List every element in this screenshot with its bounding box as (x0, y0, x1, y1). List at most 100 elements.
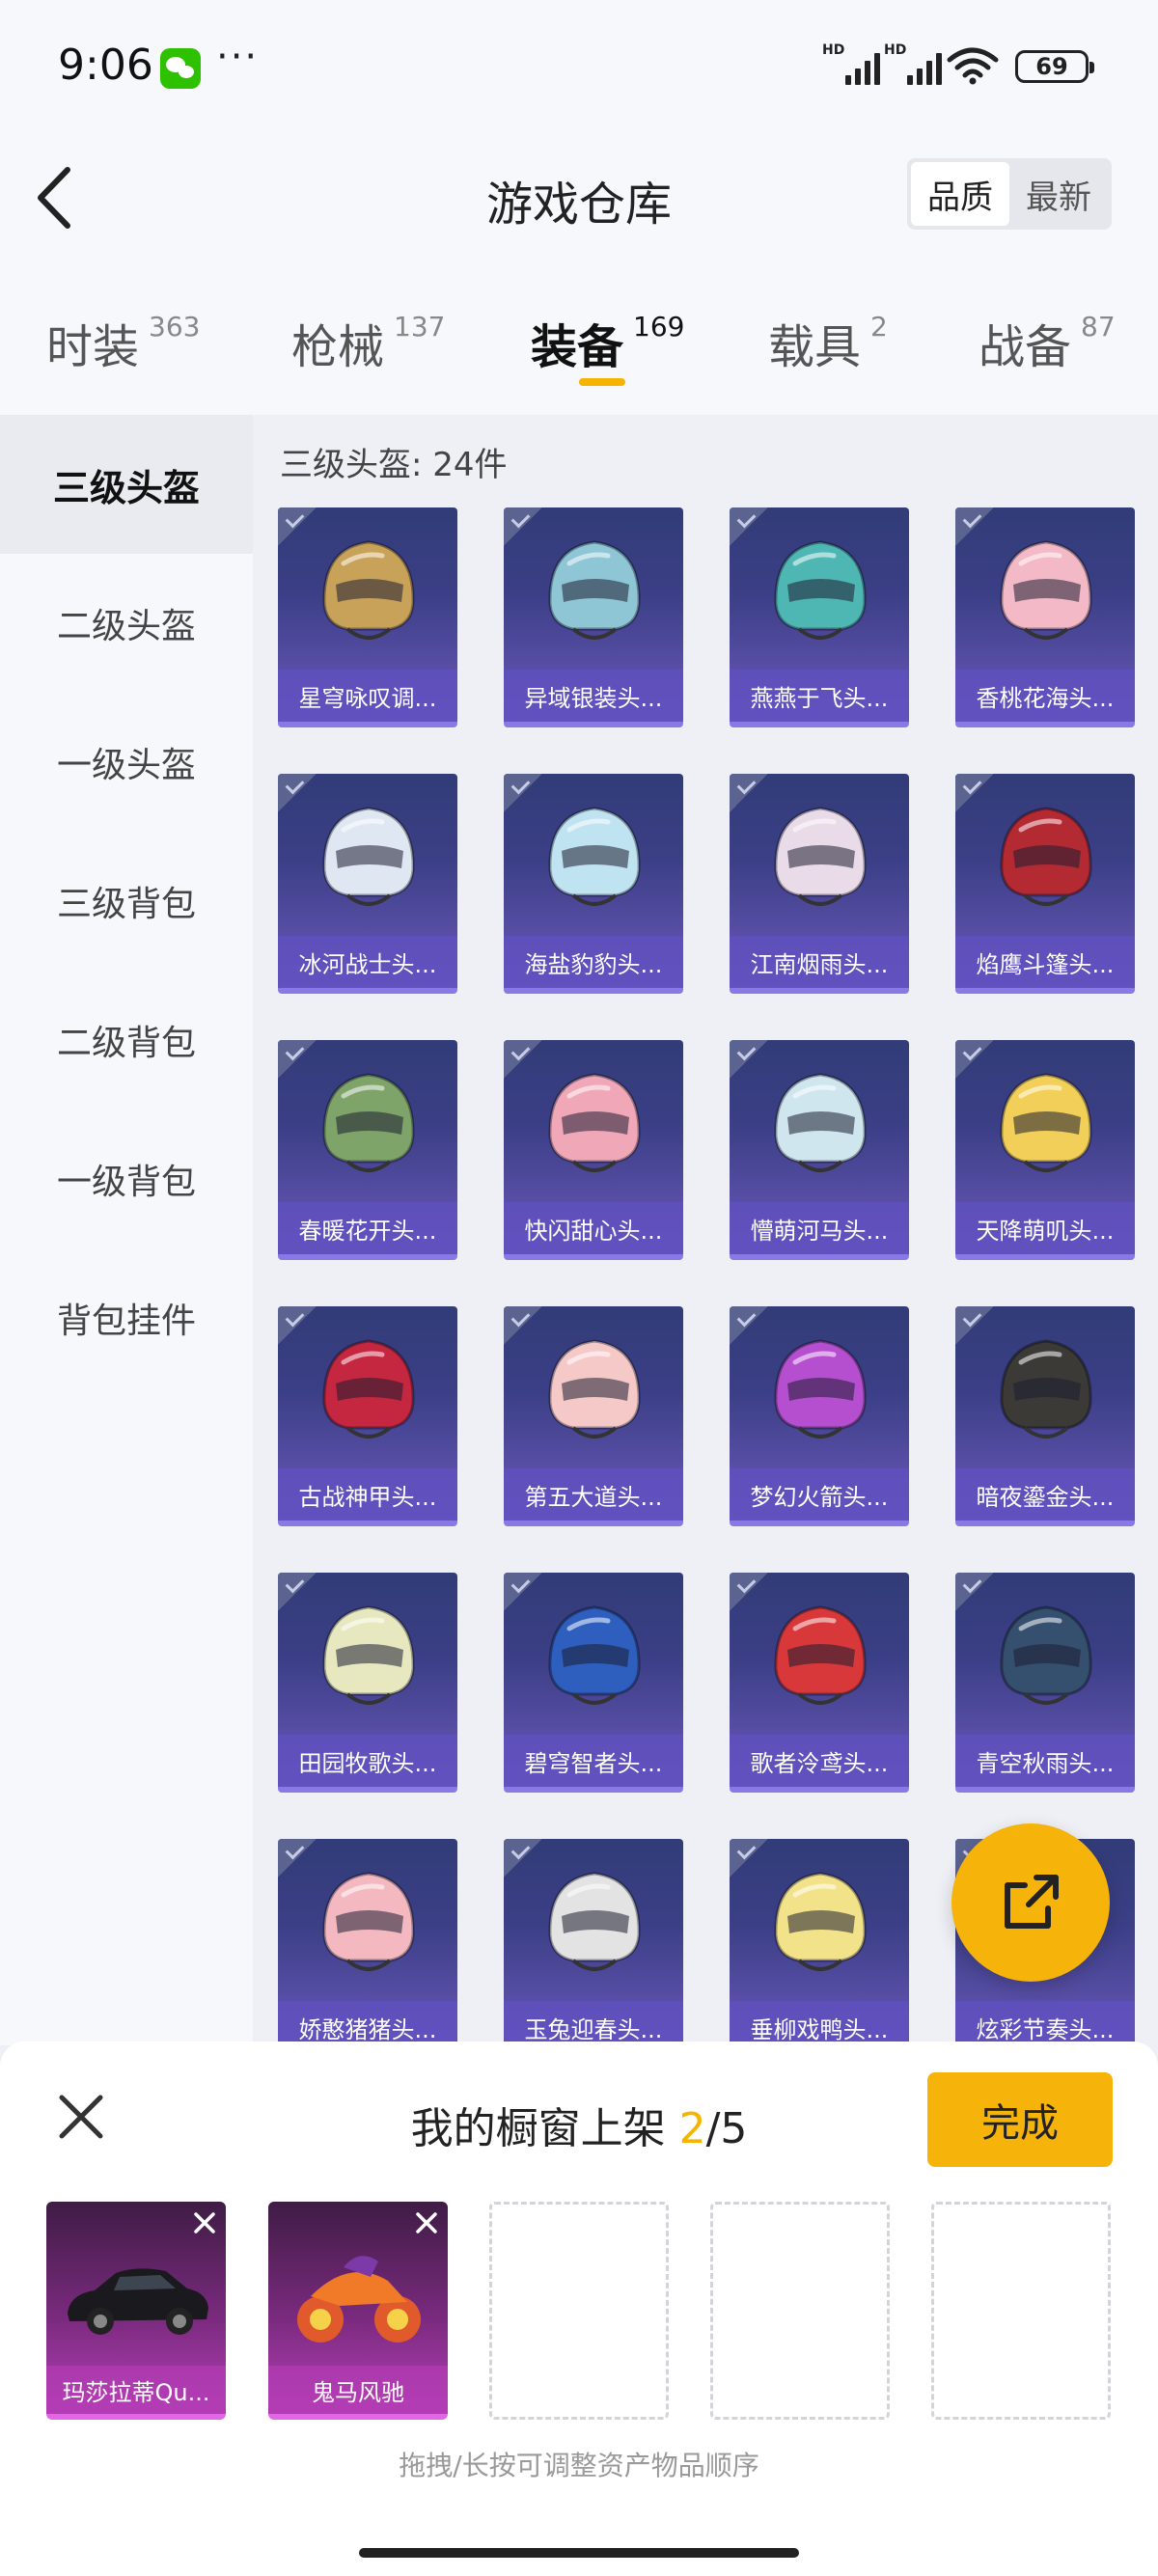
select-checkbox-icon[interactable] (955, 774, 994, 812)
helmet-icon (548, 540, 641, 640)
select-checkbox-icon[interactable] (730, 774, 768, 812)
helmet-card[interactable]: 青空秋雨头... (955, 1573, 1135, 1793)
sort-option-quality[interactable]: 品质 (911, 162, 1009, 226)
select-checkbox-icon[interactable] (730, 507, 768, 546)
helmet-card[interactable]: 碧穹智者头... (504, 1573, 683, 1793)
sidebar-item-level1-helmet[interactable]: 一级头盔 (0, 693, 253, 832)
helmet-icon (322, 807, 415, 906)
helmet-name: 异域银装头... (504, 670, 683, 722)
select-checkbox-icon[interactable] (278, 507, 317, 546)
remove-icon[interactable] (413, 2209, 440, 2236)
done-button[interactable]: 完成 (927, 2072, 1113, 2167)
select-checkbox-icon[interactable] (955, 1573, 994, 1611)
helmet-card[interactable]: 焰鹰斗篷头... (955, 774, 1135, 994)
helmet-card[interactable]: 燕燕于飞头... (730, 507, 909, 727)
remove-icon[interactable] (191, 2209, 218, 2236)
tab-supplies[interactable]: 战备 87 (979, 309, 1116, 376)
helmet-card[interactable]: 星穹咏叹调... (278, 507, 457, 727)
sort-option-newest[interactable]: 最新 (1009, 162, 1108, 226)
tab-label: 战备 (979, 320, 1072, 374)
select-checkbox-icon[interactable] (504, 1839, 542, 1877)
helmet-card[interactable]: 田园牧歌头... (278, 1573, 457, 1793)
sidebar-item-level2-helmet[interactable]: 二级头盔 (0, 554, 253, 693)
tab-fashion[interactable]: 时装 363 (46, 309, 200, 376)
showcase-slot-3[interactable] (489, 2202, 669, 2420)
helmet-icon (1000, 1605, 1092, 1705)
showcase-slot-5[interactable] (931, 2202, 1111, 2420)
tab-label: 时装 (46, 320, 140, 374)
select-checkbox-icon[interactable] (730, 1573, 768, 1611)
select-checkbox-icon[interactable] (278, 1040, 317, 1079)
select-checkbox-icon[interactable] (278, 774, 317, 812)
wifi-icon (947, 47, 999, 85)
helmet-name: 江南烟雨头... (730, 936, 909, 988)
helmet-name: 香桃花海头... (955, 670, 1135, 722)
sidebar-item-level3-backpack[interactable]: 三级背包 (0, 832, 253, 971)
helmet-card[interactable]: 歌者泠鸢头... (730, 1573, 909, 1793)
battery-level: 69 (1035, 53, 1068, 80)
select-checkbox-icon[interactable] (504, 507, 542, 546)
sidebar-item-backpack-charm[interactable]: 背包挂件 (0, 1248, 253, 1387)
sort-toggle[interactable]: 品质 最新 (907, 158, 1112, 230)
helmet-card[interactable]: 玉兔迎春头... (504, 1839, 683, 2045)
helmet-name: 古战神甲头... (278, 1468, 457, 1521)
hd-label: HD (822, 42, 845, 58)
helmet-card[interactable]: 暗夜鎏金头... (955, 1306, 1135, 1526)
tab-count: 169 (633, 311, 685, 343)
helmet-card[interactable]: 春暖花开头... (278, 1040, 457, 1260)
tab-weapons[interactable]: 枪械 137 (291, 309, 445, 376)
helmet-card[interactable]: 垂柳戏鸭头... (730, 1839, 909, 2045)
tab-equipment[interactable]: 装备 169 (531, 309, 684, 376)
select-checkbox-icon[interactable] (504, 1573, 542, 1611)
select-checkbox-icon[interactable] (730, 1839, 768, 1877)
header: 游戏仓库 品质 最新 (0, 135, 1158, 260)
tab-count: 2 (870, 311, 888, 343)
select-checkbox-icon[interactable] (504, 1040, 542, 1079)
helmet-name: 梦幻火箭头... (730, 1468, 909, 1521)
share-button[interactable] (951, 1823, 1110, 1982)
reorder-hint: 拖拽/长按可调整资产物品顺序 (399, 2450, 759, 2481)
helmet-icon (548, 1073, 641, 1172)
select-checkbox-icon[interactable] (278, 1839, 317, 1877)
helmet-card[interactable]: 快闪甜心头... (504, 1040, 683, 1260)
select-checkbox-icon[interactable] (955, 507, 994, 546)
select-checkbox-icon[interactable] (955, 1040, 994, 1079)
tab-vehicles[interactable]: 载具 2 (768, 309, 888, 376)
helmet-card[interactable]: 懵萌河马头... (730, 1040, 909, 1260)
helmet-name: 燕燕于飞头... (730, 670, 909, 722)
helmet-name: 海盐豹豹头... (504, 936, 683, 988)
sidebar-item-level3-helmet[interactable]: 三级头盔 (0, 415, 253, 554)
helmet-icon (774, 1339, 867, 1439)
helmet-name: 娇憨猪猪头... (278, 2001, 457, 2045)
sidebar-item-level1-backpack[interactable]: 一级背包 (0, 1110, 253, 1248)
helmet-icon (1000, 807, 1092, 906)
helmet-card[interactable]: 冰河战士头... (278, 774, 457, 994)
select-checkbox-icon[interactable] (730, 1040, 768, 1079)
select-checkbox-icon[interactable] (504, 1306, 542, 1345)
select-checkbox-icon[interactable] (504, 774, 542, 812)
helmet-icon (1000, 540, 1092, 640)
select-checkbox-icon[interactable] (730, 1306, 768, 1345)
helmet-card[interactable]: 第五大道头... (504, 1306, 683, 1526)
helmet-name: 焰鹰斗篷头... (955, 936, 1135, 988)
showcase-slot-1[interactable]: 玛莎拉蒂Qu... (46, 2202, 226, 2420)
select-checkbox-icon[interactable] (278, 1306, 317, 1345)
tab-label: 枪械 (291, 320, 385, 374)
status-bar: 9:06 ··· HD HD 69 (0, 0, 1158, 135)
showcase-slot-2[interactable]: 鬼马风驰 (268, 2202, 448, 2420)
select-checkbox-icon[interactable] (278, 1573, 317, 1611)
helmet-card[interactable]: 江南烟雨头... (730, 774, 909, 994)
home-indicator[interactable] (359, 2548, 799, 2558)
helmet-card[interactable]: 梦幻火箭头... (730, 1306, 909, 1526)
helmet-card[interactable]: 天降萌叽头... (955, 1040, 1135, 1260)
helmet-card[interactable]: 海盐豹豹头... (504, 774, 683, 994)
showcase-slot-4[interactable] (710, 2202, 890, 2420)
sidebar-item-level2-backpack[interactable]: 二级背包 (0, 971, 253, 1110)
helmet-card[interactable]: 娇憨猪猪头... (278, 1839, 457, 2045)
helmet-card[interactable]: 古战神甲头... (278, 1306, 457, 1526)
select-checkbox-icon[interactable] (955, 1306, 994, 1345)
helmet-card[interactable]: 异域银装头... (504, 507, 683, 727)
share-icon (1005, 1875, 1059, 1929)
helmet-icon (774, 540, 867, 640)
helmet-card[interactable]: 香桃花海头... (955, 507, 1135, 727)
